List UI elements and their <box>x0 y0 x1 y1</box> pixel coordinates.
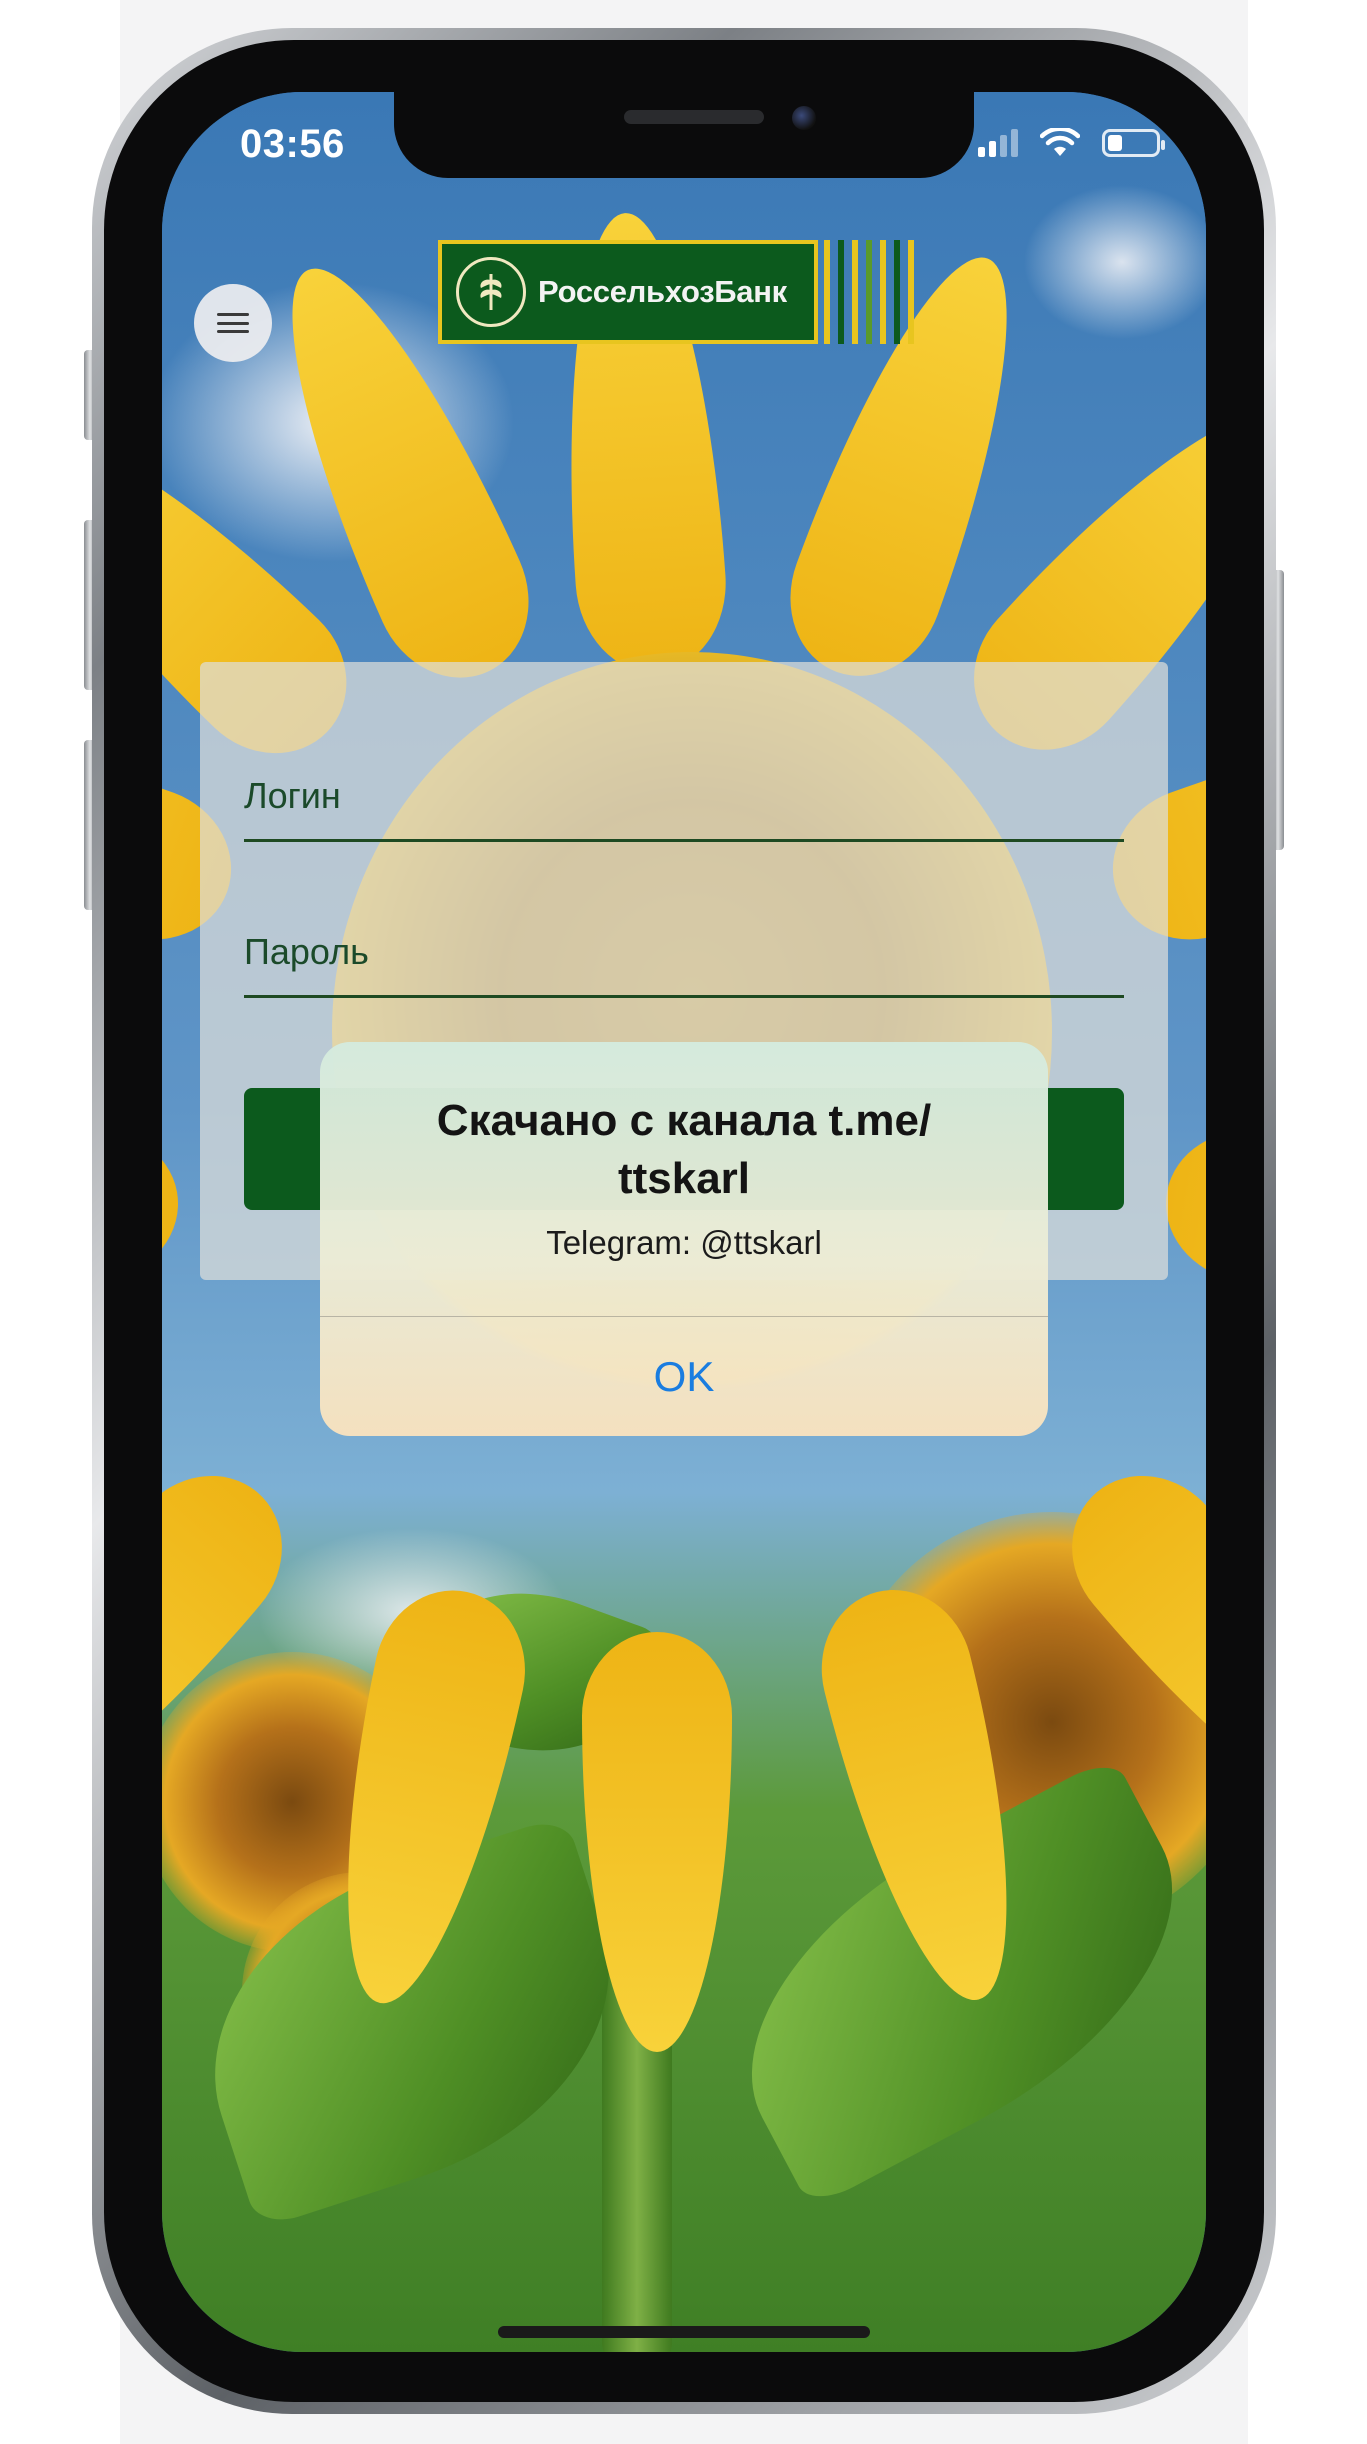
password-field-label: Пароль <box>244 931 369 972</box>
hamburger-menu-icon <box>217 313 249 333</box>
sunflower-petal <box>162 1118 191 1339</box>
alert-dialog: Скачано с канала t.me/ ttskarl Telegram:… <box>320 1042 1048 1436</box>
wifi-icon <box>1040 128 1080 156</box>
login-field[interactable]: Логин <box>244 722 1124 842</box>
bank-emblem-logo <box>456 257 526 327</box>
cellular-signal-icon <box>978 129 1018 157</box>
front-camera <box>792 106 816 130</box>
bank-logo: РоссельхозБанк <box>438 240 938 344</box>
logo-stripes <box>824 240 922 344</box>
phone-screen: 03:56 РоссельхозБанк Логин Пароль Скачан… <box>162 92 1206 2352</box>
alert-title: Скачано с канала t.me/ ttskarl <box>436 1096 932 1203</box>
password-field[interactable]: Пароль <box>244 876 1124 998</box>
alert-message: Telegram: @ttskarl <box>546 1224 822 1261</box>
alert-ok-button[interactable]: OK <box>320 1317 1048 1436</box>
bank-name: РоссельхозБанк <box>538 274 787 309</box>
status-icons <box>978 128 1165 158</box>
login-field-label: Логин <box>244 775 341 816</box>
menu-button[interactable] <box>194 284 272 362</box>
speaker-grille <box>624 110 764 124</box>
battery-level <box>1108 135 1122 151</box>
status-time: 03:56 <box>240 122 345 166</box>
notch <box>394 92 974 178</box>
battery-icon <box>1102 129 1165 157</box>
home-indicator[interactable] <box>498 2326 870 2338</box>
logo-plate: РоссельхозБанк <box>438 240 818 344</box>
